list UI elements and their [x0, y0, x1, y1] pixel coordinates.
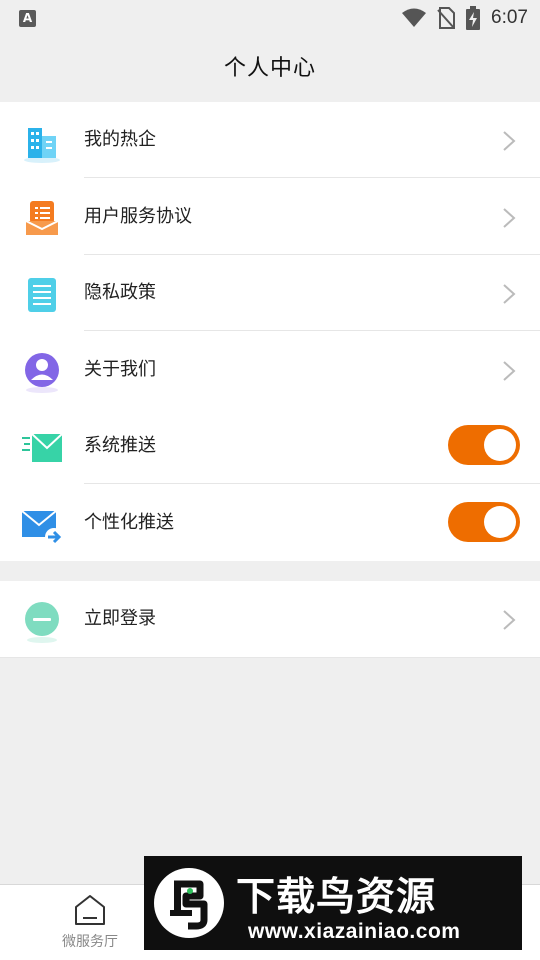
status-time: 6:07 — [491, 7, 528, 28]
chevron-right-icon — [503, 208, 516, 228]
tab-label: 微服务厅 — [62, 934, 118, 950]
divider — [84, 177, 540, 178]
tab-micro-service-hall[interactable]: 微服务厅 — [45, 893, 135, 957]
menu-item-personalized-push: 个性化推送 — [0, 485, 540, 561]
divider — [0, 657, 540, 658]
watermark-url: www.xiazainiao.com — [248, 920, 461, 943]
user-circle-icon — [25, 353, 59, 393]
keyboard-indicator-icon: A — [19, 10, 36, 27]
menu-item-label: 我的热企 — [84, 129, 156, 150]
watermark-banner: 下载鸟资源 www.xiazainiao.com — [144, 856, 522, 950]
status-icons: 6:07 — [401, 6, 528, 30]
building-icon — [24, 128, 60, 163]
chevron-right-icon — [503, 361, 516, 381]
watermark-title: 下载鸟资源 — [236, 875, 437, 920]
document-icon — [28, 278, 56, 312]
menu-item-about-us[interactable]: 关于我们 — [0, 332, 540, 408]
agreement-icon — [25, 201, 59, 235]
menu-item-label: 隐私政策 — [84, 282, 156, 303]
personalized-push-toggle[interactable] — [448, 502, 520, 542]
system-push-toggle[interactable] — [448, 425, 520, 465]
mail-forward-icon — [21, 510, 63, 546]
menu-item-label: 系统推送 — [84, 435, 156, 456]
chevron-right-icon — [503, 284, 516, 304]
toggle-knob — [484, 506, 516, 538]
divider — [84, 330, 540, 331]
menu-item-user-agreement[interactable]: 用户服务协议 — [0, 179, 540, 255]
login-item[interactable]: 立即登录 — [0, 581, 540, 658]
battery-charging-icon — [466, 6, 481, 30]
home-icon — [75, 895, 105, 925]
toggle-knob — [484, 429, 516, 461]
mail-icon — [22, 433, 63, 462]
page-header: 个人中心 — [0, 36, 540, 102]
chevron-right-icon — [503, 610, 516, 630]
menu-item-system-push: 系统推送 — [0, 408, 540, 484]
menu-item-privacy-policy[interactable]: 隐私政策 — [0, 255, 540, 331]
menu-list: 我的热企 用户服务协议 隐私政策 关于我们 系统推送 个性化推送 — [0, 102, 540, 561]
login-label: 立即登录 — [84, 608, 156, 629]
no-sim-icon — [437, 7, 456, 29]
page-title: 个人中心 — [223, 56, 316, 81]
minus-circle-icon — [25, 602, 59, 643]
menu-item-label: 用户服务协议 — [84, 206, 192, 227]
menu-item-label: 个性化推送 — [84, 512, 174, 533]
wifi-icon — [402, 8, 427, 27]
menu-item-label: 关于我们 — [84, 359, 156, 380]
status-bar: A 6:07 — [0, 0, 540, 36]
divider — [84, 483, 540, 484]
menu-item-my-enterprise[interactable]: 我的热企 — [0, 102, 540, 178]
bird-logo-icon — [154, 868, 224, 938]
chevron-right-icon — [503, 131, 516, 151]
